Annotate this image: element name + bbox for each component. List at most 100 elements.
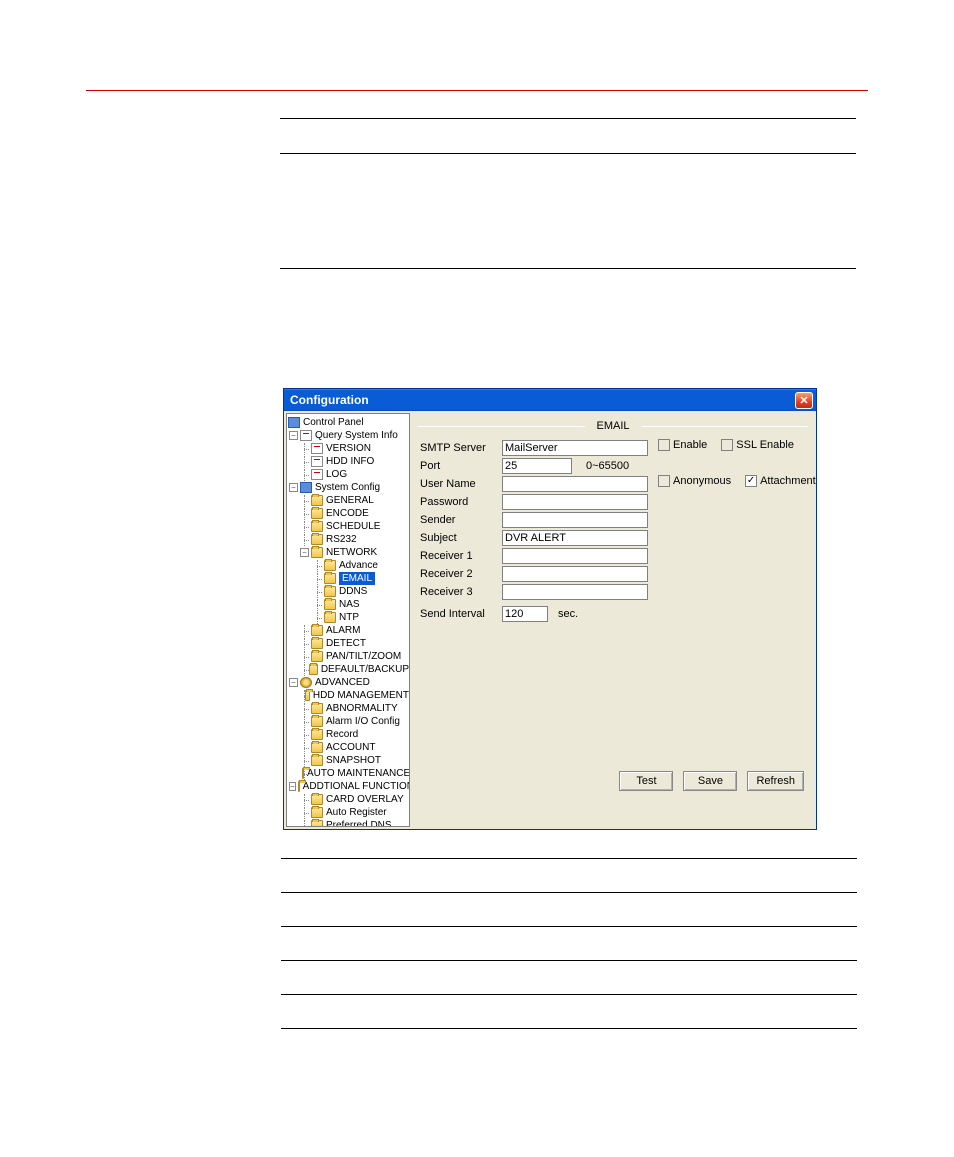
- anonymous-checkbox[interactable]: Anonymous: [658, 475, 731, 487]
- tree-item[interactable]: AUTO MAINTENANCE: [307, 767, 410, 780]
- label-password: Password: [420, 496, 502, 508]
- doc-icon: [300, 430, 312, 441]
- tree-item[interactable]: Preferred DNS: [326, 819, 392, 827]
- computer-icon: [288, 417, 300, 428]
- tree-item[interactable]: Auto Register: [326, 806, 387, 819]
- label-smtp: SMTP Server: [420, 442, 502, 454]
- doc-icon: [311, 469, 323, 480]
- tree-item[interactable]: ABNORMALITY: [326, 702, 398, 715]
- tree-item[interactable]: VERSION: [326, 442, 371, 455]
- doc-rule: [280, 118, 856, 119]
- checkbox-icon: [721, 439, 733, 451]
- folder-icon: [311, 625, 323, 636]
- configuration-dialog: Configuration ✕ Control Panel −Query Sys…: [283, 388, 817, 830]
- folder-icon: [311, 534, 323, 545]
- tree-item[interactable]: NETWORK: [326, 546, 377, 559]
- password-input[interactable]: [502, 494, 648, 510]
- doc-rule: [281, 926, 857, 927]
- receiver2-input[interactable]: [502, 566, 648, 582]
- folder-icon: [311, 742, 323, 753]
- smtp-server-input[interactable]: [502, 440, 648, 456]
- folder-icon: [311, 547, 323, 558]
- doc-rule: [281, 960, 857, 961]
- doc-rule: [281, 858, 857, 859]
- tree-item[interactable]: NTP: [339, 611, 359, 624]
- tree-item[interactable]: Record: [326, 728, 358, 741]
- folder-icon: [311, 716, 323, 727]
- tree-item[interactable]: HDD MANAGEMENT: [313, 689, 409, 702]
- doc-rule: [280, 153, 856, 154]
- tree-item[interactable]: System Config: [315, 481, 380, 494]
- checkbox-icon: [658, 475, 670, 487]
- checkbox-icon: [658, 439, 670, 451]
- folder-icon: [311, 807, 323, 818]
- tree-item[interactable]: HDD INFO: [326, 455, 374, 468]
- label-interval: Send Interval: [420, 608, 502, 620]
- collapse-icon[interactable]: −: [289, 678, 298, 687]
- tree-root: Control Panel: [303, 416, 364, 429]
- label-port: Port: [420, 460, 502, 472]
- tree-item[interactable]: RS232: [326, 533, 357, 546]
- collapse-icon[interactable]: −: [289, 483, 298, 492]
- gear-icon: [300, 677, 312, 688]
- port-range-hint: 0~65500: [586, 460, 629, 472]
- tree-item[interactable]: DEFAULT/BACKUP: [321, 663, 409, 676]
- label-receiver1: Receiver 1: [420, 550, 502, 562]
- tree-item[interactable]: Advance: [339, 559, 378, 572]
- close-icon: ✕: [799, 394, 808, 407]
- port-input[interactable]: [502, 458, 572, 474]
- collapse-icon[interactable]: −: [289, 431, 298, 440]
- receiver1-input[interactable]: [502, 548, 648, 564]
- tree-item[interactable]: NAS: [339, 598, 360, 611]
- tree-item[interactable]: ADVANCED: [315, 676, 370, 689]
- folder-icon: [311, 495, 323, 506]
- collapse-icon[interactable]: −: [289, 782, 296, 791]
- folder-icon: [324, 599, 336, 610]
- label-username: User Name: [420, 478, 502, 490]
- username-input[interactable]: [502, 476, 648, 492]
- send-interval-input[interactable]: [502, 606, 548, 622]
- tree-item[interactable]: CARD OVERLAY: [326, 793, 404, 806]
- tree-item[interactable]: ACCOUNT: [326, 741, 375, 754]
- tree-item-selected[interactable]: EMAIL: [339, 572, 375, 585]
- enable-checkbox[interactable]: Enable: [658, 439, 707, 451]
- folder-icon: [324, 612, 336, 623]
- tree-item[interactable]: Query System Info: [315, 429, 398, 442]
- folder-icon: [311, 521, 323, 532]
- doc-rule: [281, 994, 857, 995]
- folder-icon: [311, 794, 323, 805]
- receiver3-input[interactable]: [502, 584, 648, 600]
- tree-item[interactable]: SCHEDULE: [326, 520, 380, 533]
- tree-item[interactable]: DDNS: [339, 585, 367, 598]
- ssl-enable-checkbox[interactable]: SSL Enable: [721, 439, 794, 451]
- tree-item[interactable]: LOG: [326, 468, 347, 481]
- tree-item[interactable]: ALARM: [326, 624, 360, 637]
- close-button[interactable]: ✕: [795, 392, 813, 409]
- tree-item[interactable]: GENERAL: [326, 494, 374, 507]
- subject-input[interactable]: [502, 530, 648, 546]
- email-form: EMAIL SMTP Server Enable SSL Enable Port…: [412, 413, 814, 827]
- tree-item[interactable]: ENCODE: [326, 507, 369, 520]
- checkbox-checked-icon: ✓: [745, 475, 757, 487]
- folder-icon: [311, 508, 323, 519]
- save-button[interactable]: Save: [683, 771, 737, 791]
- tree-item[interactable]: SNAPSHOT: [326, 754, 381, 767]
- collapse-icon[interactable]: −: [300, 548, 309, 557]
- section-title: EMAIL: [585, 420, 642, 432]
- folder-icon: [309, 664, 318, 675]
- attachment-checkbox[interactable]: ✓Attachment: [745, 475, 816, 487]
- folder-icon: [311, 638, 323, 649]
- folder-icon: [324, 573, 336, 584]
- sender-input[interactable]: [502, 512, 648, 528]
- doc-rule: [281, 892, 857, 893]
- folder-icon: [305, 690, 310, 701]
- test-button[interactable]: Test: [619, 771, 673, 791]
- refresh-button[interactable]: Refresh: [747, 771, 804, 791]
- tree-item[interactable]: PAN/TILT/ZOOM: [326, 650, 401, 663]
- tree-item[interactable]: ADDTIONAL FUNCTION: [303, 780, 410, 793]
- nav-tree[interactable]: Control Panel − Query System Info VERSION…: [286, 413, 410, 827]
- folder-icon: [324, 560, 336, 571]
- label-receiver3: Receiver 3: [420, 586, 502, 598]
- tree-item[interactable]: DETECT: [326, 637, 366, 650]
- tree-item[interactable]: Alarm I/O Config: [326, 715, 400, 728]
